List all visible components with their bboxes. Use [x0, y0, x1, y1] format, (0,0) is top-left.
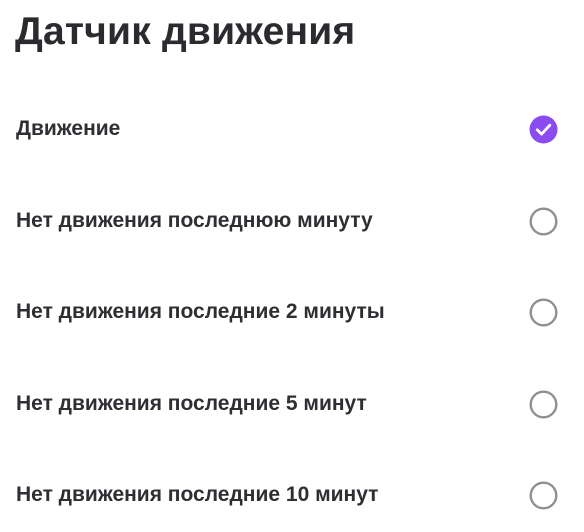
option-label: Нет движения последние 10 минут	[16, 483, 379, 506]
option-label: Нет движения последние 2 минуты	[16, 300, 385, 323]
option-row-no-motion-10-min[interactable]: Нет движения последние 10 минут	[0, 467, 584, 523]
radio-empty-icon[interactable]	[529, 207, 558, 236]
radio-empty-icon[interactable]	[529, 390, 558, 419]
option-label: Нет движения последние 5 минут	[16, 392, 367, 415]
option-row-motion[interactable]: Движение	[0, 101, 584, 157]
option-label: Движение	[16, 117, 121, 140]
option-label: Нет движения последнюю минуту	[16, 209, 373, 232]
option-row-no-motion-1-min[interactable]: Нет движения последнюю минуту	[0, 193, 584, 249]
options-list: Движение Нет движения последнюю минуту Н…	[0, 0, 584, 532]
radio-empty-icon[interactable]	[529, 481, 558, 510]
option-row-no-motion-5-min[interactable]: Нет движения последние 5 минут	[0, 376, 584, 432]
radio-empty-icon[interactable]	[529, 298, 558, 327]
option-row-no-motion-2-min[interactable]: Нет движения последние 2 минуты	[0, 284, 584, 340]
radio-selected-check-icon[interactable]	[529, 115, 558, 144]
